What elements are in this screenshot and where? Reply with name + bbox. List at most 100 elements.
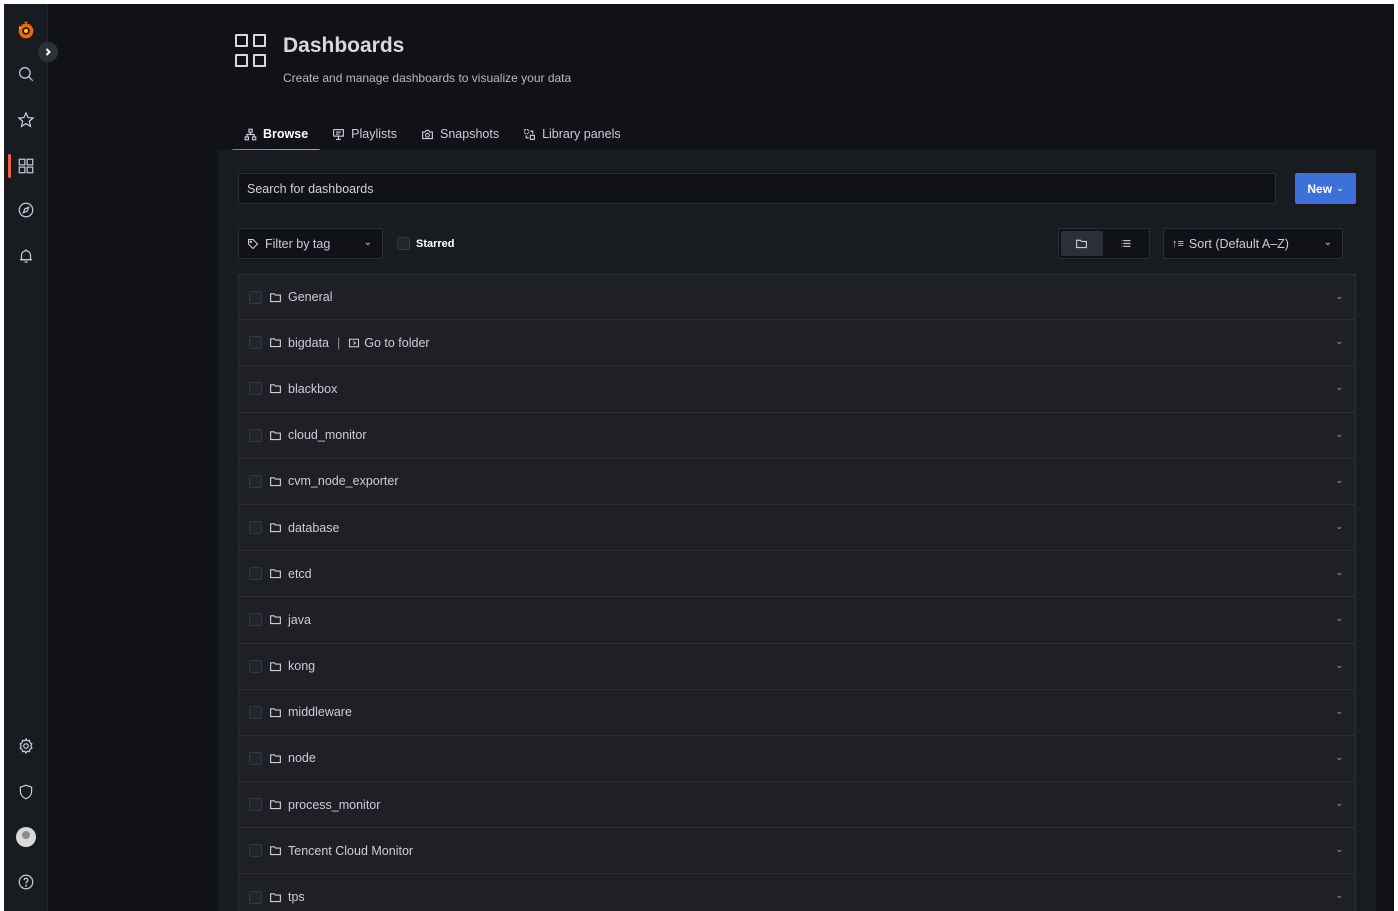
tab-playlists[interactable]: Playlists [320,122,409,152]
chevron-down-icon[interactable]: ⌄ [1335,521,1343,532]
tag-filter-select[interactable]: Filter by tag ⌄ [238,228,383,259]
folder-icon [270,846,281,856]
row-checkbox[interactable] [249,844,262,858]
tab-library-panels[interactable]: Library panels [511,122,633,152]
folder-row[interactable]: database ⌄ [238,504,1356,552]
folder-list: General ⌄ bigdata | Go to folder ⌄ blackbox ⌄ cl… [238,274,1356,911]
row-checkbox[interactable] [249,705,262,719]
gear-icon[interactable] [4,728,48,764]
folder-row[interactable]: blackbox ⌄ [238,366,1356,413]
chevron-down-icon[interactable]: ⌄ [1335,660,1343,671]
folder-icon [270,523,281,533]
row-checkbox[interactable] [249,474,262,488]
page-title: Dashboards [283,34,405,57]
folder-name: etcd [288,566,312,581]
chevron-down-icon[interactable]: ⌄ [1335,429,1343,440]
folder-name: blackbox [288,381,338,396]
folder-link-icon [349,338,360,348]
chevron-down-icon[interactable]: ⌄ [1335,706,1343,717]
row-checkbox[interactable] [249,613,262,627]
camera-icon [422,129,433,139]
row-checkbox[interactable] [249,290,262,304]
tag-icon [247,238,259,249]
folder-view-button[interactable] [1061,231,1103,256]
row-checkbox[interactable] [249,521,262,535]
library-panels-icon [524,128,536,140]
folder-name: bigdata [288,335,330,350]
alerting-icon[interactable] [4,238,48,274]
row-checkbox[interactable] [249,428,262,442]
folder-icon [270,892,281,902]
folder-row[interactable]: node ⌄ [238,735,1356,783]
expand-sidebar-button[interactable] [38,42,58,62]
chevron-down-icon[interactable]: ⌄ [1335,890,1343,901]
folder-row[interactable]: middleware ⌄ [238,689,1356,736]
presentation-icon [333,128,345,140]
grafana-app: Dashboards Create and manage dashboards … [4,4,1394,911]
side-menu [4,4,48,911]
folder-row[interactable]: tps ⌄ [238,874,1356,911]
user-avatar-button[interactable] [4,819,48,855]
chevron-down-icon[interactable]: ⌄ [1335,567,1343,578]
tag-filter-placeholder: Filter by tag [265,236,331,251]
sort-select[interactable]: ↑≡ Sort (Default A–Z) ⌄ [1163,228,1343,259]
chevron-down-icon[interactable]: ⌄ [1335,752,1343,763]
dashboards-icon[interactable] [4,148,48,184]
folder-icon [270,754,281,764]
row-checkbox[interactable] [249,567,262,581]
star-icon[interactable] [4,102,48,138]
help-icon[interactable] [4,864,48,900]
row-checkbox[interactable] [249,336,262,350]
chevron-down-icon[interactable]: ⌄ [1335,613,1343,624]
row-checkbox[interactable] [249,382,262,396]
list-view-button[interactable] [1105,229,1149,258]
starred-checkbox[interactable] [397,237,410,250]
chevron-down-icon[interactable]: ⌄ [1335,336,1343,347]
tab-snapshots[interactable]: Snapshots [409,122,511,152]
chevron-down-icon[interactable]: ⌄ [1335,798,1343,809]
folder-row[interactable]: General ⌄ [238,274,1356,321]
folder-name: Tencent Cloud Monitor [288,843,414,858]
chevron-down-icon[interactable]: ⌄ [1335,382,1343,393]
sort-icon: ↑≡ [1172,237,1184,250]
row-checkbox[interactable] [249,890,262,904]
new-button[interactable]: New ⌄ [1295,173,1356,204]
chevron-down-icon[interactable]: ⌄ [1335,475,1343,486]
folder-row[interactable]: etcd ⌄ [238,551,1356,598]
folder-row[interactable]: process_monitor ⌄ [238,782,1356,829]
explore-icon[interactable] [4,192,48,228]
folder-icon [270,338,281,348]
row-checkbox[interactable] [249,751,262,765]
chevron-down-icon[interactable]: ⌄ [1335,291,1343,302]
tab-browse[interactable]: Browse [232,122,321,152]
starred-filter[interactable]: Starred [397,228,455,259]
grafana-logo[interactable] [4,12,48,48]
folder-row[interactable]: Tencent Cloud Monitor ⌄ [238,828,1356,875]
folder-icon [270,569,281,579]
shield-icon[interactable] [4,774,48,810]
go-to-folder-link[interactable]: Go to folder [348,336,430,350]
chevron-down-icon: ⌄ [363,237,372,248]
dashboards-header-icon [233,34,267,72]
chevron-down-icon[interactable]: ⌄ [1335,844,1343,855]
folder-row[interactable]: bigdata | Go to folder ⌄ [238,320,1356,367]
folder-name: database [288,520,340,535]
folder-name: java [288,612,311,627]
folder-row[interactable]: kong ⌄ [238,643,1356,690]
row-checkbox[interactable] [249,798,262,812]
folder-row[interactable]: cvm_node_exporter ⌄ [238,458,1356,505]
search-icon[interactable] [4,56,48,92]
folder-row[interactable]: java ⌄ [238,597,1356,644]
folder-name: process_monitor [288,797,381,812]
chevron-down-icon: ⌄ [1323,237,1332,248]
search-input[interactable]: Search for dashboards [238,173,1276,204]
avatar [16,827,36,847]
folder-icon [270,708,281,717]
folder-name: cvm_node_exporter [288,474,399,489]
folder-icon [270,800,281,810]
browse-panel: Search for dashboards New ⌄ Filter by ta… [218,150,1376,911]
list-icon [1121,240,1131,247]
folder-row[interactable]: cloud_monitor ⌄ [238,412,1356,459]
row-checkbox[interactable] [249,659,262,673]
folder-icon [270,384,281,394]
